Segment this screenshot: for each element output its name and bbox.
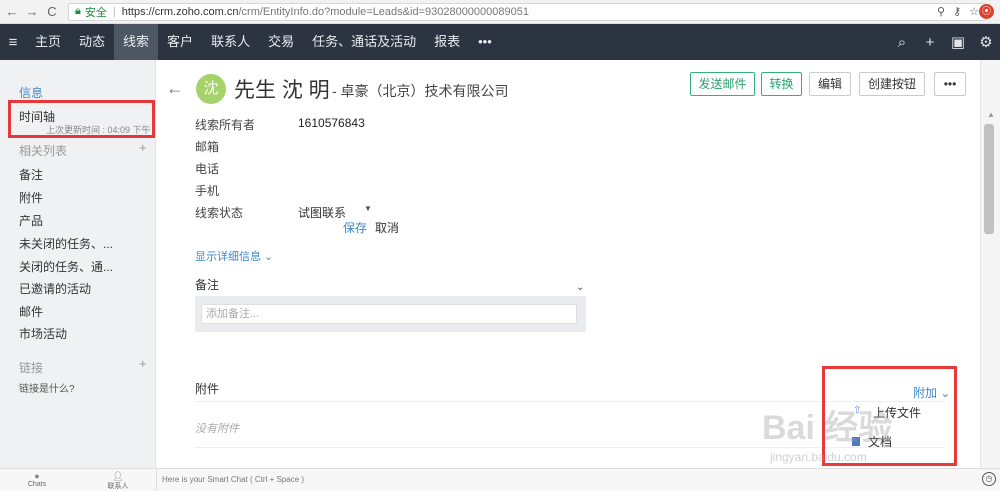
record-name: 先生 沈 明	[234, 79, 330, 102]
browser-toolbar: ← → C 🔒︎ 安全 | https://crm.zoho.com.cn /c…	[0, 0, 1000, 24]
show-details-link[interactable]: 显示详细信息 ⌄	[195, 248, 273, 264]
sidebar-item-attachments[interactable]: 附件	[19, 189, 43, 206]
convert-button[interactable]: 转换	[761, 72, 802, 96]
chats-tab[interactable]: ● Chats	[7, 471, 67, 488]
settings-icon[interactable]: ⚙	[972, 33, 1000, 51]
sidebar-item-notes[interactable]: 备注	[19, 166, 43, 183]
nav-deals[interactable]: 交易	[259, 24, 303, 60]
related-list-heading: 相关列表	[19, 144, 68, 158]
lead-status-select[interactable]: 试图联系	[298, 204, 346, 221]
sidebar-info[interactable]: 信息	[19, 84, 43, 101]
key-icon[interactable]: ⚷	[953, 5, 961, 18]
add-link-plus-icon[interactable]: +	[139, 356, 147, 371]
cancel-link[interactable]: 取消	[375, 219, 399, 236]
links-heading: 链接	[19, 361, 44, 375]
notes-heading: 备注	[195, 278, 220, 292]
calendar-icon[interactable]: ▣	[944, 33, 972, 51]
record-company[interactable]: - 卓豪（北京）技术有限公司	[332, 81, 509, 101]
top-navigation: ≡ 主页 动态 线索 客户 联系人 交易 任务、通话及活动 报表 ••• ⌕ +…	[0, 24, 1000, 60]
nav-leads[interactable]: 线索	[114, 24, 159, 60]
sidebar-item-open-activities[interactable]: 未关闭的任务、...	[19, 235, 113, 252]
secure-label: 安全	[84, 6, 107, 19]
sidebar-item-invited-events[interactable]: 已邀请的活动	[19, 280, 91, 297]
contacts-tab[interactable]: 👤︎ 联系人	[88, 471, 148, 491]
nav-feeds[interactable]: 动态	[70, 24, 114, 60]
lock-icon: 🔒︎	[75, 5, 81, 17]
address-bar-icons: ⚲ ⚷ ☆	[937, 5, 979, 18]
nav-more[interactable]: •••	[469, 24, 501, 60]
field-value-owner[interactable]: 1610576843	[298, 116, 365, 130]
address-bar[interactable]: 🔒︎ 安全 | https://crm.zoho.com.cn /crm/Ent…	[68, 2, 986, 21]
search-icon[interactable]: ⚲	[937, 5, 945, 18]
page-scrollbar[interactable]: ▲	[980, 60, 1000, 468]
highlight-box-timeline	[8, 100, 155, 138]
save-link[interactable]: 保存	[343, 219, 367, 236]
search-icon[interactable]: ⌕	[888, 34, 916, 51]
star-icon[interactable]: ☆	[969, 5, 979, 18]
avatar: 沈	[196, 74, 226, 104]
caret-down-icon[interactable]: ▼	[364, 204, 372, 213]
field-label-phone: 电话	[195, 162, 220, 176]
scroll-up-arrow-icon[interactable]: ▲	[987, 110, 995, 119]
field-label-owner: 线索所有者	[195, 118, 256, 132]
scroll-thumb[interactable]	[984, 124, 994, 234]
no-attachments-text: 没有附件	[195, 423, 239, 435]
add-related-plus-icon[interactable]: +	[139, 140, 147, 155]
attachments-heading: 附件	[195, 382, 220, 396]
hamburger-menu-icon[interactable]: ≡	[0, 34, 26, 51]
add-note-input[interactable]	[201, 304, 577, 324]
chat-bubble-icon: ●	[34, 471, 40, 481]
chats-label: Chats	[27, 481, 47, 488]
url-host: https://crm.zoho.com.cn	[121, 5, 239, 18]
chevron-down-icon[interactable]: ⌄	[576, 282, 584, 293]
notes-panel	[195, 296, 586, 332]
extension-icon[interactable]: ⦿	[979, 4, 994, 19]
watermark-url: jingyan.baidu.com	[770, 450, 867, 464]
field-label-status: 线索状态	[195, 206, 244, 220]
nav-contacts[interactable]: 联系人	[202, 24, 259, 60]
person-icon: 👤︎	[112, 471, 124, 481]
more-actions-button[interactable]: •••	[934, 72, 966, 96]
back-arrow-icon[interactable]: ←	[4, 4, 20, 19]
create-button-button[interactable]: 创建按钮	[859, 72, 925, 96]
url-path: /crm/EntityInfo.do?module=Leads&id=93028…	[238, 5, 529, 18]
record-sidebar: 信息 时间轴 上次更新时间 : 04:09 下午 相关列表 + 备注 附件 产品…	[0, 60, 156, 468]
nav-home[interactable]: 主页	[26, 24, 70, 60]
sidebar-item-products[interactable]: 产品	[19, 212, 43, 229]
plus-icon[interactable]: +	[916, 34, 944, 51]
smart-chat-input[interactable]: Here is your Smart Chat ( Ctrl + Space )	[156, 469, 978, 491]
reload-icon[interactable]: C	[44, 4, 60, 19]
nav-activities[interactable]: 任务、通话及活动	[303, 24, 425, 60]
nav-right-tools: ⌕ + ▣ ⚙	[888, 24, 1000, 60]
footer-bar: ● Chats 👤︎ 联系人 Here is your Smart Chat (…	[0, 468, 1000, 491]
field-label-mobile: 手机	[195, 184, 220, 198]
back-arrow-icon[interactable]: ←	[166, 78, 184, 99]
sidebar-item-closed-activities[interactable]: 关闭的任务、通...	[19, 258, 113, 275]
nav-accounts[interactable]: 客户	[158, 24, 202, 60]
clock-icon[interactable]: ◷	[982, 472, 996, 486]
send-email-button[interactable]: 发送邮件	[690, 72, 755, 96]
nav-reports[interactable]: 报表	[425, 24, 469, 60]
sidebar-item-emails[interactable]: 邮件	[19, 303, 43, 320]
sidebar-item-campaigns[interactable]: 市场活动	[19, 325, 67, 342]
field-label-email: 邮箱	[195, 140, 220, 154]
forward-arrow-icon[interactable]: →	[24, 4, 40, 19]
watermark-logo: Bai 经验	[762, 409, 893, 447]
what-is-link[interactable]: 链接是什么?	[19, 380, 75, 395]
url-separator: |	[112, 5, 116, 18]
contacts-label: 联系人	[107, 483, 129, 490]
edit-button[interactable]: 编辑	[809, 72, 851, 96]
